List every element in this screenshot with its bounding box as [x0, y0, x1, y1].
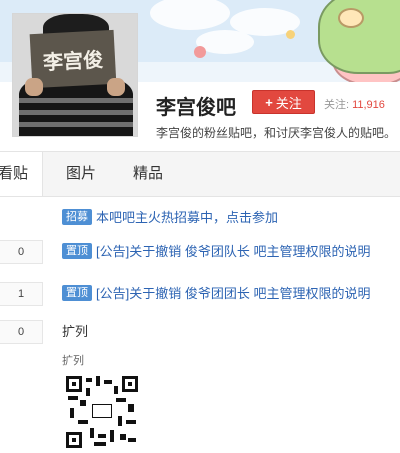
follower-count-label: 关注: [324, 99, 350, 111]
forum-avatar[interactable]: 李宫俊 [12, 13, 138, 137]
thread-row[interactable]: 0 扩列 [0, 320, 400, 344]
qr-finder [66, 432, 82, 448]
qr-module [98, 434, 106, 438]
cloud-decoration [150, 0, 230, 30]
qr-module [86, 378, 92, 382]
avatar-shirt-stripe [19, 122, 133, 127]
candy-decoration [286, 30, 295, 39]
thread-title[interactable]: 扩列 [62, 321, 88, 340]
qr-module [86, 388, 90, 396]
thread-snippet: 扩列 [62, 355, 84, 367]
follower-count-value: 11,916 [352, 99, 385, 111]
qr-module [70, 408, 74, 418]
recruit-badge: 招募 [62, 209, 92, 225]
reply-count: 0 [0, 240, 43, 264]
qr-finder [66, 376, 82, 392]
qr-center-logo [92, 404, 112, 418]
qr-finder [122, 376, 138, 392]
thread-row-recruit[interactable]: 招募 本吧吧主火热招募中，点击参加 [0, 206, 400, 230]
tab-posts[interactable]: 看贴 [0, 152, 43, 196]
thread-title[interactable]: [公告]关于撤销 俊爷团团长 吧主管理权限的说明 [96, 283, 370, 302]
qr-module [110, 430, 114, 442]
avatar-hand-right [107, 78, 125, 96]
qr-module [118, 416, 122, 426]
forum-title[interactable]: 李宫俊吧 [156, 91, 236, 120]
avatar-shirt-stripe [19, 98, 133, 103]
qr-module [128, 404, 134, 412]
candy-decoration [194, 46, 206, 58]
qr-module [90, 428, 94, 438]
tab-bar: 看贴 图片 精品 [0, 151, 400, 197]
tab-images[interactable]: 图片 [66, 152, 96, 196]
qr-module [78, 420, 88, 424]
cartoon-character-hand [338, 8, 364, 28]
qr-module [104, 380, 112, 384]
tab-featured[interactable]: 精品 [133, 152, 163, 196]
reply-count: 0 [0, 320, 43, 344]
plus-icon: + [265, 94, 273, 110]
qr-module [96, 376, 100, 386]
qr-module [116, 398, 126, 402]
avatar-hand-left [25, 78, 43, 96]
reply-count: 1 [0, 282, 43, 306]
qr-module [126, 420, 136, 424]
follow-button-label: 关注 [275, 95, 302, 111]
qr-module [114, 386, 118, 394]
qr-module [128, 438, 136, 442]
avatar-shirt-stripe [19, 110, 133, 115]
pinned-badge: 置顶 [62, 285, 92, 301]
avatar-sign-text: 李宫俊 [42, 46, 104, 75]
pinned-badge: 置顶 [62, 243, 92, 259]
follow-button[interactable]: + 关注 [252, 90, 315, 114]
follower-count: 关注: 11,916 [324, 96, 385, 112]
thread-title[interactable]: 本吧吧主火热招募中，点击参加 [96, 207, 278, 226]
qr-module [68, 396, 78, 400]
thread-row[interactable]: 1 置顶 [公告]关于撤销 俊爷团团长 吧主管理权限的说明 [0, 282, 400, 306]
qr-module [80, 400, 86, 406]
forum-description: 李宫俊的粉丝贴吧，和讨厌李宫俊人的贴吧。 [156, 126, 397, 140]
qr-code-image[interactable] [66, 376, 138, 448]
avatar-sign: 李宫俊 [29, 29, 117, 89]
qr-module [120, 434, 126, 440]
thread-row[interactable]: 0 置顶 [公告]关于撤销 俊爷团队长 吧主管理权限的说明 [0, 240, 400, 264]
qr-module [94, 442, 106, 446]
thread-title[interactable]: [公告]关于撤销 俊爷团队长 吧主管理权限的说明 [96, 241, 370, 260]
